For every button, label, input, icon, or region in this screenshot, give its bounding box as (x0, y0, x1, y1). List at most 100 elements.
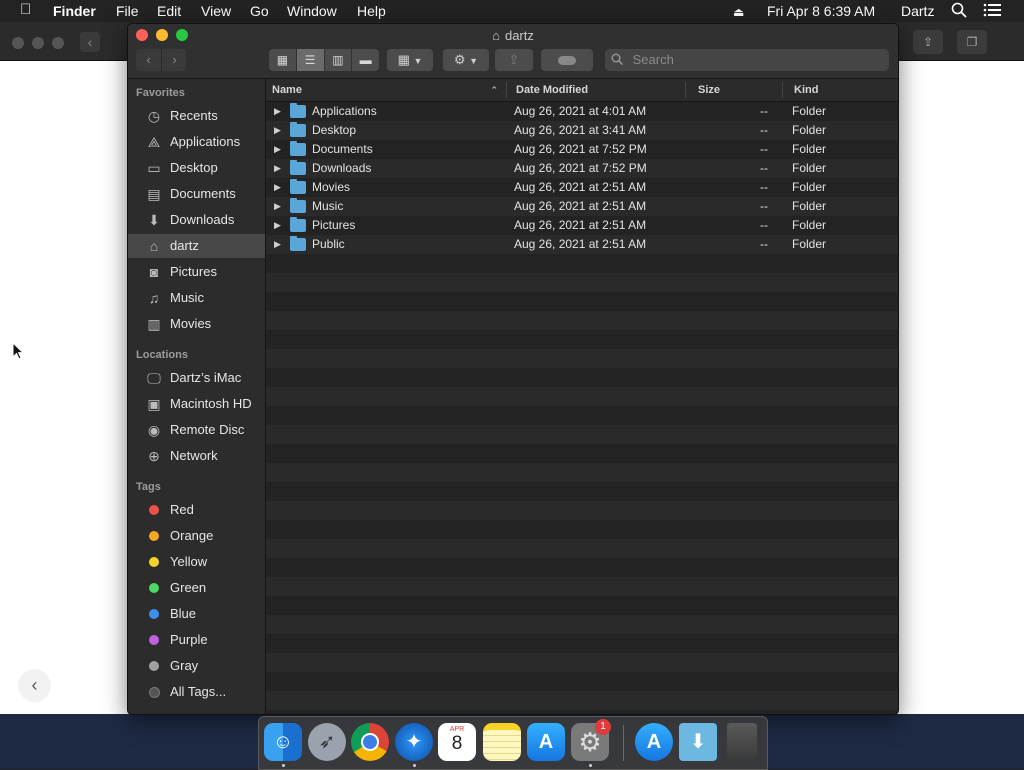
notes-icon[interactable] (483, 723, 521, 761)
file-row-documents[interactable]: ▶ Documents Aug 26, 2021 at 7:52 PM -- Fold… (266, 140, 898, 159)
sidebar-item-recents[interactable]: ◷ Recents (128, 104, 265, 128)
downloads-folder-icon[interactable]: ⬇ (679, 723, 717, 761)
icon-view-button[interactable]: ▦ (269, 49, 297, 71)
sidebar-tag-all-tags[interactable]: All Tags... (128, 680, 265, 704)
file-row-pictures[interactable]: ▶ Pictures Aug 26, 2021 at 2:51 AM -- Folde… (266, 216, 898, 235)
disclosure-triangle-icon[interactable]: ▶ (274, 159, 281, 178)
back-button[interactable]: ‹ (136, 49, 161, 71)
safari-icon[interactable]: ✦ (395, 723, 433, 761)
spotlight-search-icon[interactable] (951, 2, 967, 21)
action-button[interactable]: ⚙ ▼ (443, 49, 489, 71)
background-zoom-dot[interactable] (52, 37, 64, 49)
gallery-view-button[interactable]: ▬ (352, 49, 379, 71)
sidebar-item-pictures[interactable]: ◙ Pictures (128, 260, 265, 284)
menu-app-name[interactable]: Finder (53, 3, 96, 19)
back-forward-control: ‹ › (136, 49, 186, 71)
disclosure-triangle-icon[interactable]: ▶ (274, 102, 281, 121)
sidebar-tag-orange[interactable]: Orange (128, 524, 265, 548)
file-row-desktop[interactable]: ▶ Desktop Aug 26, 2021 at 3:41 AM -- Folder (266, 121, 898, 140)
forward-button[interactable]: › (161, 49, 187, 71)
sidebar-item-movies[interactable]: ▥ Movies (128, 312, 265, 336)
file-row-movies[interactable]: ▶ Movies Aug 26, 2021 at 2:51 AM -- Folder (266, 178, 898, 197)
back-chevron-icon[interactable]: ‹ (18, 669, 51, 702)
file-row-applications[interactable]: ▶ Applications Aug 26, 2021 at 4:01 AM -- F… (266, 102, 898, 121)
notification-center-icon[interactable] (983, 2, 1001, 21)
disclosure-triangle-icon[interactable]: ▶ (274, 216, 281, 235)
sidebar-tag-green[interactable]: Green (128, 576, 265, 600)
sidebar-item-documents[interactable]: ▤ Documents (128, 182, 265, 206)
column-header-size[interactable]: Size (698, 79, 720, 101)
disclosure-triangle-icon[interactable]: ▶ (274, 197, 281, 216)
menu-clock[interactable]: Fri Apr 8 6:39 AM (767, 3, 875, 19)
disclosure-triangle-icon[interactable]: ▶ (274, 235, 281, 254)
column-header-label: Name (272, 84, 302, 96)
finder-icon[interactable]: ☺ (264, 723, 302, 761)
eject-icon[interactable]: ⏏ (733, 4, 744, 20)
disc-icon: ◉ (147, 422, 161, 438)
app-store-icon[interactable]: A (527, 723, 565, 761)
menu-file[interactable]: File (116, 3, 139, 19)
share-button[interactable]: ⇪ (495, 49, 533, 71)
clock-icon: ◷ (147, 108, 161, 124)
camera-icon: ◙ (149, 264, 159, 280)
search-field[interactable]: Search (605, 49, 889, 71)
menu-window[interactable]: Window (287, 3, 337, 19)
sidebar-item-label: Dartz’s iMac (170, 370, 242, 385)
sidebar-tag-purple[interactable]: Purple (128, 628, 265, 652)
background-close-dot[interactable] (12, 37, 24, 49)
column-divider[interactable] (685, 82, 686, 98)
column-header-name[interactable]: Name ⌃ (272, 79, 502, 101)
sidebar-item-network[interactable]: ⊕ Network (128, 444, 265, 468)
search-placeholder: Search (632, 52, 674, 67)
dock: ☺ ➶ ✦ APR 8 A ⚙ 1 A ⬇ (258, 716, 768, 770)
background-back-icon[interactable]: ‹ (80, 32, 100, 52)
apple-logo-icon[interactable]:  (20, 2, 31, 18)
launchpad-icon[interactable]: ➶ (308, 723, 346, 761)
background-tabs-icon[interactable]: ❐ (957, 30, 987, 54)
sidebar-item-music[interactable]: ♫ Music (128, 286, 265, 310)
calendar-icon[interactable]: APR 8 (438, 723, 476, 761)
app-store-folder-icon[interactable]: A (635, 723, 673, 761)
column-header-kind[interactable]: Kind (794, 79, 818, 101)
tags-button[interactable] (541, 49, 593, 71)
chrome-icon[interactable] (351, 723, 389, 761)
empty-row-stripe (266, 539, 898, 558)
running-indicator (282, 764, 285, 767)
sidebar-tag-red[interactable]: Red (128, 498, 265, 522)
sidebar-item-imac[interactable]: 🖵 Dartz’s iMac (128, 366, 265, 390)
column-view-button[interactable]: ▥ (325, 49, 353, 71)
background-share-icon[interactable]: ⇪ (913, 30, 943, 54)
sidebar-item-downloads[interactable]: ⬇ Downloads (128, 208, 265, 232)
list-view-button[interactable]: ☰ (296, 49, 325, 71)
menu-go[interactable]: Go (250, 3, 269, 19)
sidebar-item-label: Music (170, 290, 204, 305)
sidebar-item-macintosh-hd[interactable]: ▣ Macintosh HD (128, 392, 265, 416)
menu-edit[interactable]: Edit (157, 3, 181, 19)
globe-icon: ⊕ (148, 448, 160, 464)
download-icon: ⬇ (148, 212, 160, 228)
sidebar-item-remote-disc[interactable]: ◉ Remote Disc (128, 418, 265, 442)
menu-help[interactable]: Help (357, 3, 386, 19)
file-row-music[interactable]: ▶ Music Aug 26, 2021 at 2:51 AM -- Folder (266, 197, 898, 216)
sidebar-item-applications[interactable]: ⟁ Applications (128, 130, 265, 154)
sidebar-section-favorites: Favorites (136, 87, 185, 99)
disclosure-triangle-icon[interactable]: ▶ (274, 121, 281, 140)
column-divider[interactable] (506, 82, 507, 98)
menu-view[interactable]: View (201, 3, 231, 19)
trash-icon[interactable] (727, 723, 757, 761)
sidebar-item-home[interactable]: ⌂ dartz (128, 234, 265, 258)
disclosure-triangle-icon[interactable]: ▶ (274, 140, 281, 159)
column-header-date[interactable]: Date Modified (516, 79, 588, 101)
file-row-downloads[interactable]: ▶ Downloads Aug 26, 2021 at 7:52 PM -- Fold… (266, 159, 898, 178)
column-divider[interactable] (782, 82, 783, 98)
group-by-button[interactable]: ▦ ▼ (387, 49, 433, 71)
sidebar-item-desktop[interactable]: ▭ Desktop (128, 156, 265, 180)
sidebar-tag-yellow[interactable]: Yellow (128, 550, 265, 574)
gear-icon: ⚙ (453, 52, 466, 67)
file-row-public[interactable]: ▶ Public Aug 26, 2021 at 2:51 AM -- Folder (266, 235, 898, 254)
disclosure-triangle-icon[interactable]: ▶ (274, 178, 281, 197)
menu-user[interactable]: Dartz (901, 3, 934, 19)
sidebar-tag-gray[interactable]: Gray (128, 654, 265, 678)
background-minimize-dot[interactable] (32, 37, 44, 49)
sidebar-tag-blue[interactable]: Blue (128, 602, 265, 626)
